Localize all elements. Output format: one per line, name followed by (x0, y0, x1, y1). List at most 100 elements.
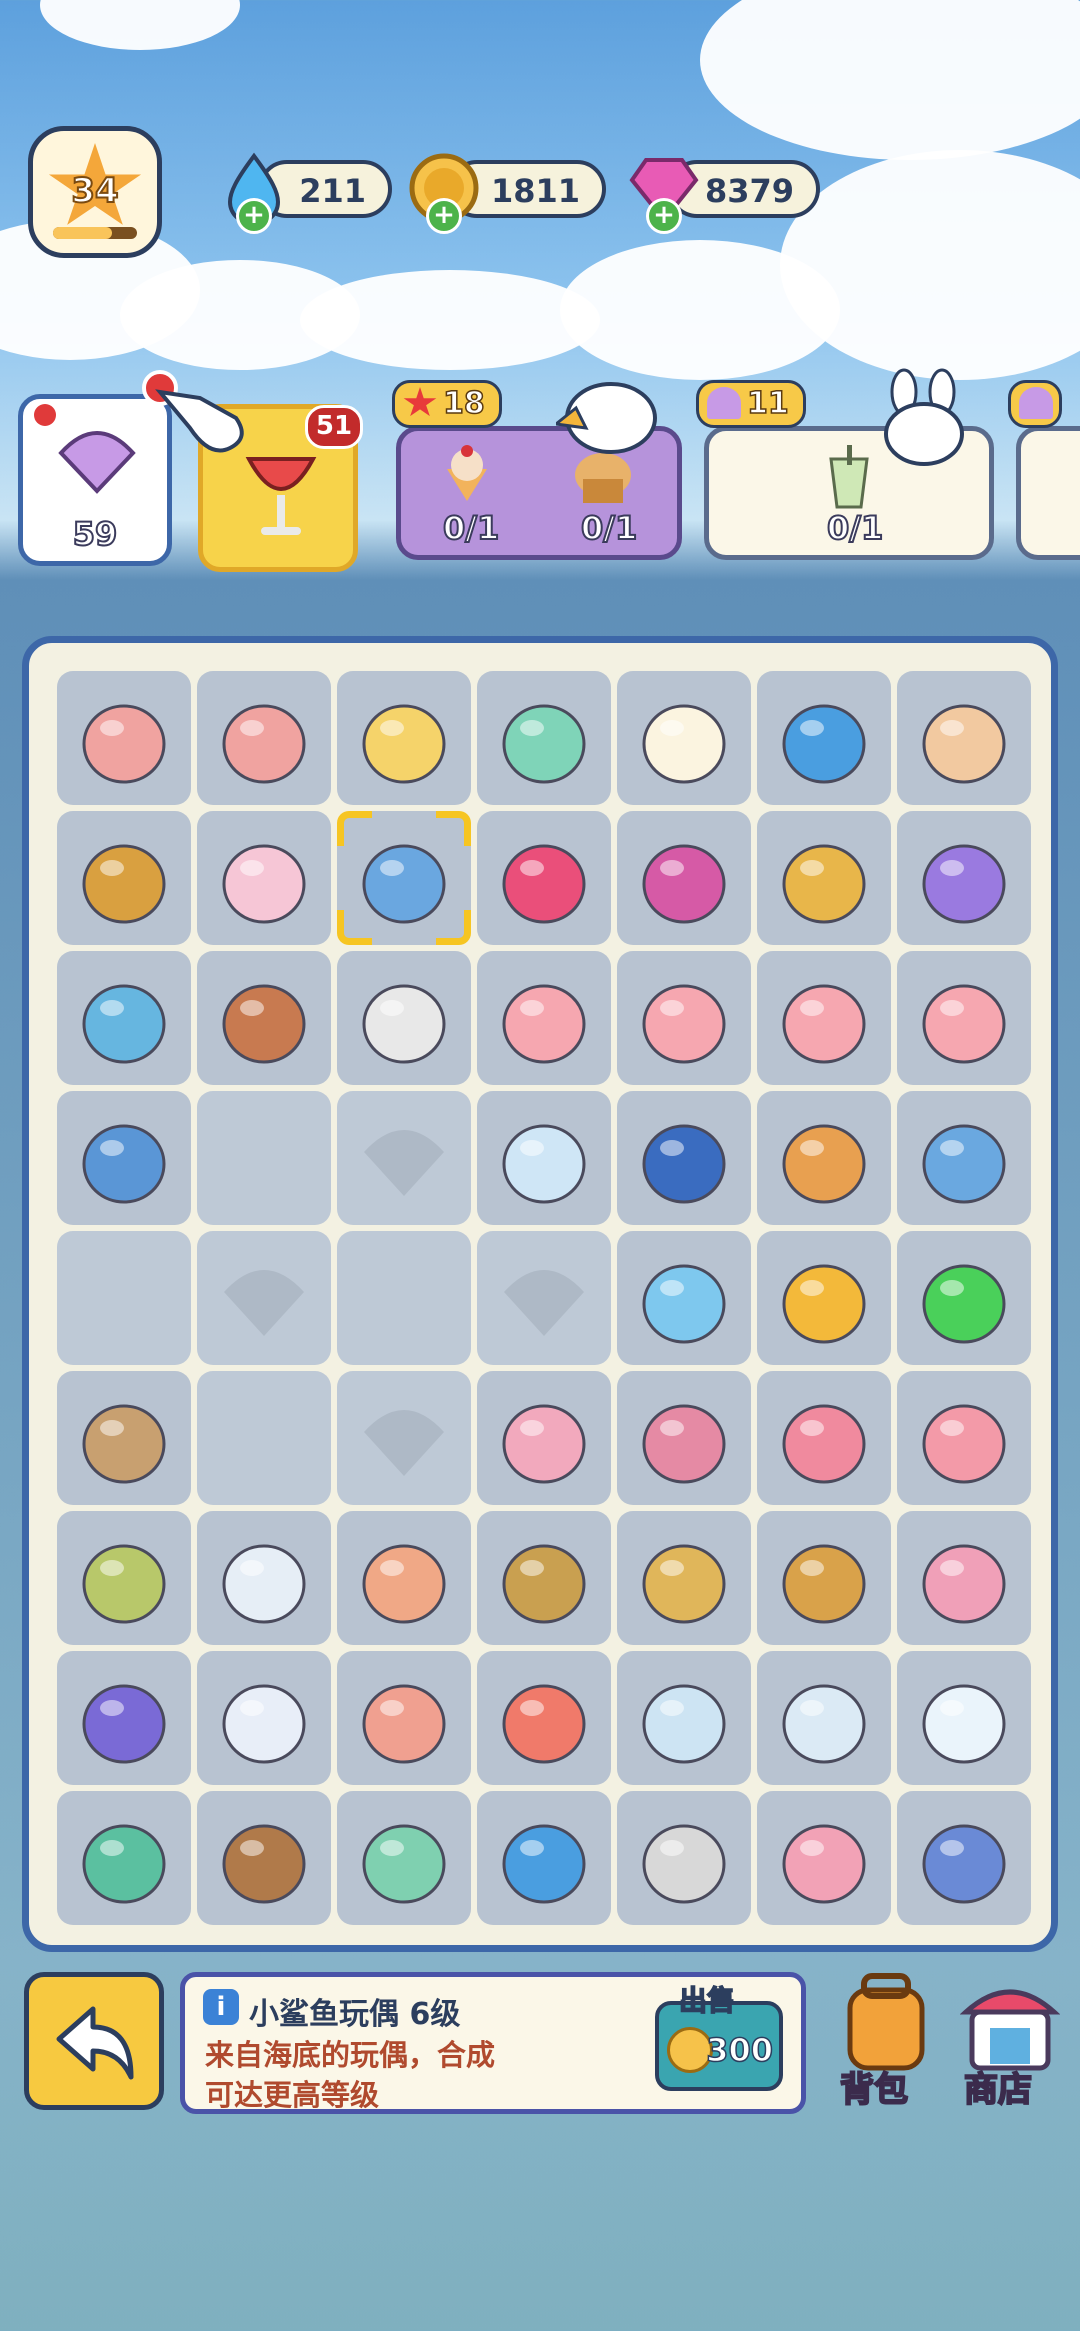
board-cell[interactable] (757, 1091, 891, 1225)
board-cell[interactable] (477, 811, 611, 945)
board-cell[interactable] (337, 1091, 471, 1225)
order-card-3[interactable] (1016, 426, 1080, 560)
board-cell[interactable] (57, 1791, 191, 1925)
board-cell[interactable] (197, 1791, 331, 1925)
shop-button[interactable]: 商店 (954, 1972, 1066, 2112)
board-cell[interactable] (897, 951, 1031, 1085)
board-cell[interactable] (617, 1371, 751, 1505)
lollipop-icon (502, 1684, 586, 1764)
board-cell[interactable] (897, 811, 1031, 945)
board-cell[interactable] (477, 1231, 611, 1365)
board-cell[interactable] (57, 1371, 191, 1505)
board-cell[interactable] (617, 671, 751, 805)
board-cell[interactable] (477, 1651, 611, 1785)
board-cell[interactable] (57, 811, 191, 945)
board-cell[interactable] (57, 1231, 191, 1365)
sell-price: 300 (705, 2030, 773, 2070)
board-cell[interactable] (337, 1651, 471, 1785)
board-cell[interactable] (757, 811, 891, 945)
board-cell[interactable] (757, 951, 891, 1085)
selection-corner (337, 910, 372, 945)
shell-placeholder-icon (224, 1270, 304, 1336)
board-cell[interactable] (897, 1791, 1031, 1925)
board-cell[interactable] (897, 1511, 1031, 1645)
bunny-icon (782, 984, 866, 1064)
board-cell[interactable] (197, 951, 331, 1085)
board-cell[interactable] (757, 1371, 891, 1505)
board-cell[interactable] (57, 1091, 191, 1225)
board-cell-selected[interactable] (337, 811, 471, 945)
pointing-hand-icon (142, 370, 244, 453)
board-cell[interactable] (197, 1231, 331, 1365)
back-arrow-icon (56, 2006, 134, 2080)
board-cell[interactable] (337, 1511, 471, 1645)
board-cell[interactable] (617, 1511, 751, 1645)
board-cell[interactable] (897, 1231, 1031, 1365)
board-cell[interactable] (337, 1791, 471, 1925)
board-cell[interactable] (197, 1371, 331, 1505)
lantern-icon (82, 984, 166, 1064)
board-cell[interactable] (477, 1791, 611, 1925)
board-cell[interactable] (197, 1091, 331, 1225)
board-cell[interactable] (617, 1651, 751, 1785)
board-cell[interactable] (757, 1651, 891, 1785)
board-cell[interactable] (337, 1371, 471, 1505)
toaster2-icon (922, 1124, 1006, 1204)
sell-button[interactable]: 出售 300 (655, 1983, 783, 2091)
order-3-reward (1008, 380, 1062, 428)
board-cell[interactable] (617, 811, 751, 945)
add-energy-button[interactable]: + (236, 198, 272, 234)
backpack-button[interactable]: 背包 (830, 1972, 942, 2112)
add-coins-button[interactable]: + (426, 198, 462, 234)
selection-corner (436, 910, 471, 945)
player-level[interactable]: 34 (28, 126, 162, 258)
board-cell[interactable] (197, 1651, 331, 1785)
board-cell[interactable] (57, 1511, 191, 1645)
board-cell[interactable] (337, 951, 471, 1085)
board-cell[interactable] (897, 1651, 1031, 1785)
board-cell[interactable] (477, 1091, 611, 1225)
cupcake-icon (922, 704, 1006, 784)
board-cell[interactable] (337, 671, 471, 805)
bunny-icon (922, 984, 1006, 1064)
board-cell[interactable] (197, 671, 331, 805)
board-cell[interactable] (897, 1371, 1031, 1505)
board-cell[interactable] (897, 1091, 1031, 1225)
selection-corner (337, 811, 372, 846)
shell-icon (1019, 387, 1053, 419)
tent-icon (922, 1824, 1006, 1904)
board-cell[interactable] (477, 1371, 611, 1505)
board-cell[interactable] (477, 951, 611, 1085)
shell-icon (58, 431, 136, 494)
board-cell[interactable] (197, 811, 331, 945)
board-cell[interactable] (617, 1091, 751, 1225)
merge-board (22, 636, 1058, 1952)
bunny-icon (642, 984, 726, 1064)
board-cell[interactable] (617, 951, 751, 1085)
backpack-pink-icon (922, 1544, 1006, 1624)
board-cell[interactable] (477, 1511, 611, 1645)
energy-counter[interactable]: + 211 (227, 152, 392, 234)
board-cell[interactable] (337, 1231, 471, 1365)
order-2-requirement-1: 0/1 (826, 508, 884, 548)
board-cell[interactable] (617, 1231, 751, 1365)
add-gems-button[interactable]: + (646, 198, 682, 234)
back-button[interactable] (24, 1972, 164, 2110)
board-cell[interactable] (757, 671, 891, 805)
board-cell[interactable] (757, 1511, 891, 1645)
board-cell[interactable] (897, 671, 1031, 805)
board-cell[interactable] (197, 1511, 331, 1645)
gem-counter[interactable]: + 8379 (629, 158, 820, 234)
shell-placeholder-icon (504, 1270, 584, 1336)
board-cell[interactable] (57, 1651, 191, 1785)
board-cell[interactable] (757, 1791, 891, 1925)
board-cell[interactable] (757, 1231, 891, 1365)
board-cell[interactable] (57, 671, 191, 805)
board-cell[interactable] (617, 1791, 751, 1925)
coin-counter[interactable]: + 1811 (409, 153, 606, 234)
bunny-icon (502, 984, 586, 1064)
coffee-set2-icon (782, 1544, 866, 1624)
board-cell[interactable] (57, 951, 191, 1085)
board-cell[interactable] (477, 671, 611, 805)
order-1-requirement-1: 0/1 (442, 508, 500, 548)
